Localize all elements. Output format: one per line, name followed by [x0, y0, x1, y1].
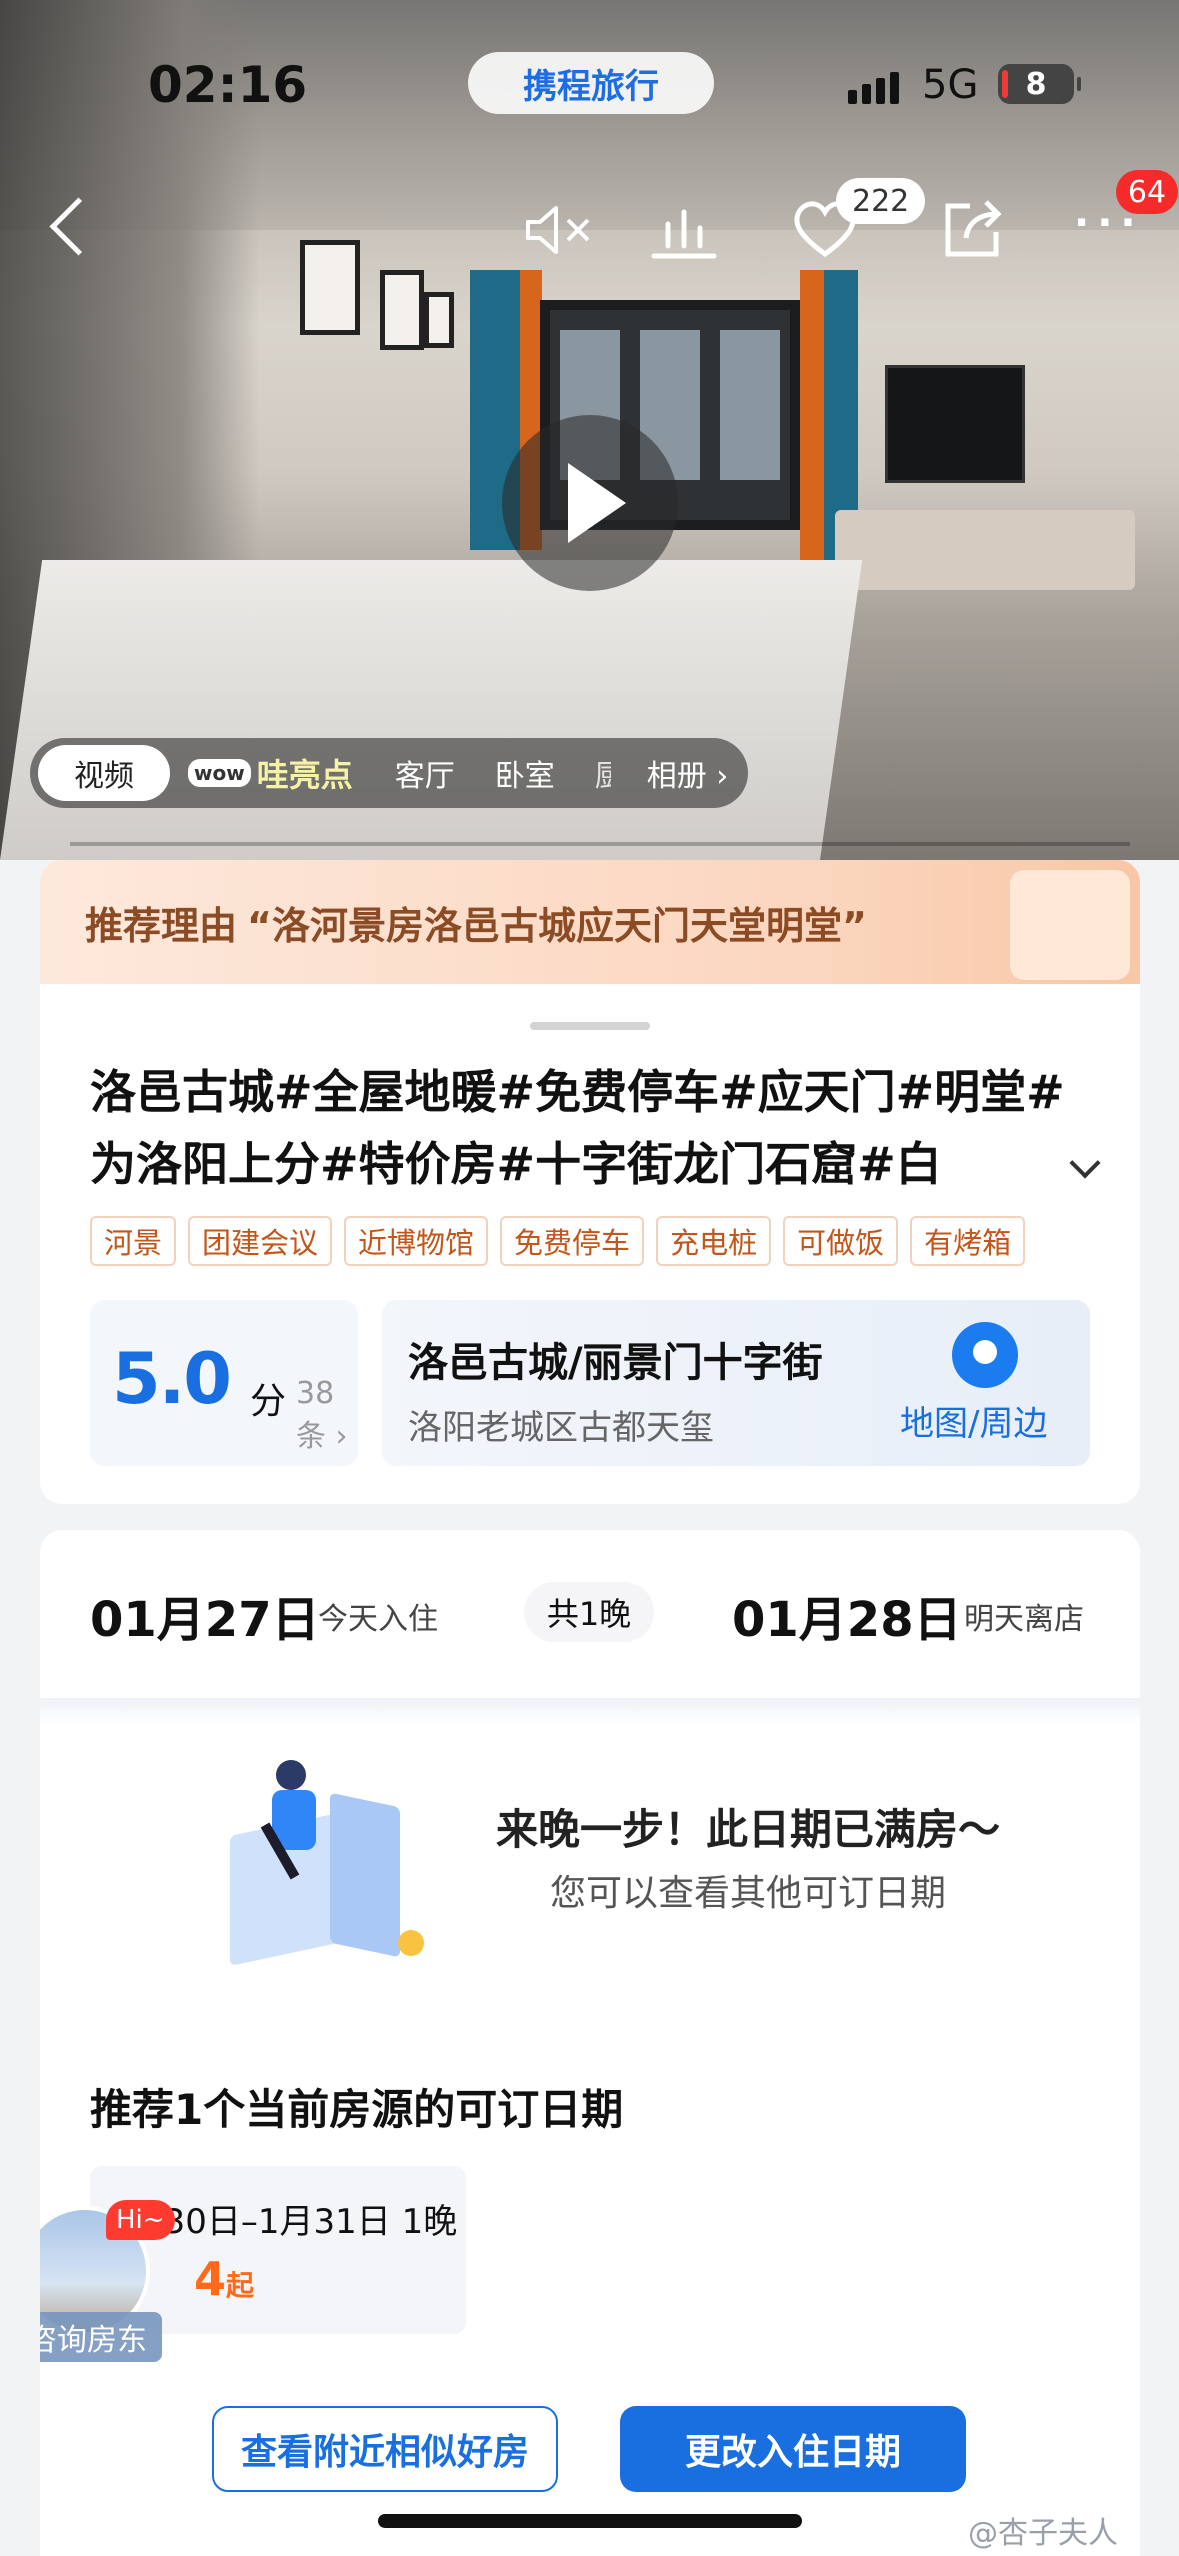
play-video-button[interactable]	[502, 415, 678, 591]
rating-unit: 分	[250, 1381, 287, 1422]
fully-booked-illustration	[210, 1750, 440, 1970]
cup-decoration-icon	[1010, 870, 1130, 980]
wow-icon: wow	[188, 759, 251, 787]
review-count: 38条 ›	[296, 1376, 348, 1454]
checkout-date[interactable]: 01月28日	[732, 1580, 962, 1650]
app-screen: { "status": {"time": "02:16", "network":…	[0, 0, 1179, 2556]
checkin-label: 今天入住	[318, 1602, 438, 1637]
tab-wow-highlights[interactable]: wow 哇亮点	[188, 750, 353, 796]
watermark: @杏子夫人	[968, 2516, 1118, 2551]
wall-painting	[380, 270, 424, 350]
tab-bedroom[interactable]: 卧室	[495, 751, 555, 795]
checkin-date[interactable]: 01月27日	[90, 1580, 320, 1650]
person-head	[276, 1760, 306, 1790]
tab-album[interactable]: 相册 ›	[647, 751, 729, 795]
message-count-badge: 64	[1116, 170, 1178, 214]
contact-host-label: 咨询房东	[40, 2312, 162, 2362]
home-indicator[interactable]	[378, 2514, 802, 2528]
date-selector[interactable]: 01月27日 今天入住 共1晚 01月28日 明天离店	[40, 1530, 1140, 1698]
rating-box[interactable]: 5.0 分 38条 ›	[90, 1300, 358, 1466]
dining-table	[0, 560, 863, 860]
recommend-label: 推荐理由	[85, 903, 238, 948]
status-time: 02:16	[148, 56, 308, 114]
rating-score: 5.0	[112, 1338, 232, 1420]
recommend-dates-title: 推荐1个当前房源的可订日期	[90, 2085, 624, 2134]
facility-tag: 近博物馆	[344, 1216, 489, 1266]
tab-wow-label: 哇亮点	[256, 756, 353, 794]
change-dates-button[interactable]: 更改入住日期	[620, 2406, 966, 2492]
media-tab-bar: 视频 wow 哇亮点 客厅 卧室 厨 相册 ›	[30, 738, 748, 808]
ball-icon	[398, 1930, 424, 1956]
fully-booked-title: 来晚一步！此日期已满房～	[496, 1805, 1001, 1854]
price-suffix: 起	[226, 2269, 255, 2302]
location-box[interactable]: 洛邑古城/丽景门十字街 洛阳老城区古都天玺 地图/周边	[382, 1300, 1090, 1466]
brand-name: 携程旅行	[523, 66, 659, 107]
stats-icon[interactable]	[648, 200, 720, 260]
recommend-reason: 推荐理由 “洛河景房洛邑古城应天门天堂明堂”	[40, 860, 1140, 984]
battery-level: 8	[1025, 66, 1047, 102]
map-pin-icon[interactable]	[952, 1322, 1018, 1388]
network-type: 5G	[922, 62, 979, 108]
back-button[interactable]	[46, 196, 86, 256]
facility-tag: 充电桩	[656, 1216, 772, 1266]
photo-progress	[70, 842, 1130, 846]
facility-tag: 河景	[90, 1216, 177, 1266]
tv-cabinet	[835, 510, 1135, 590]
tab-partial[interactable]: 厨	[595, 751, 611, 795]
expand-title-icon[interactable]	[1070, 1152, 1100, 1182]
divider	[40, 1698, 1140, 1724]
curtain	[800, 270, 824, 570]
wall-painting	[300, 240, 360, 335]
available-price: 4起	[194, 2252, 254, 2306]
facility-tag: 可做饭	[783, 1216, 899, 1266]
tab-video[interactable]: 视频	[38, 745, 170, 801]
facility-tag: 免费停车	[500, 1216, 645, 1266]
price-value: 4	[194, 2252, 227, 2306]
drag-handle[interactable]	[530, 1022, 650, 1030]
facility-tag: 有烤箱	[910, 1216, 1026, 1266]
mute-icon[interactable]	[522, 200, 598, 260]
recommend-quote: “洛河景房洛邑古城应天门天堂明堂”	[247, 903, 867, 948]
signal-icon	[848, 72, 899, 104]
television	[885, 365, 1025, 483]
map-link[interactable]: 地图/周边	[900, 1396, 1047, 1445]
nights-count: 共1晚	[524, 1582, 654, 1642]
location-address: 洛阳老城区古都天玺	[408, 1408, 714, 1448]
box-shape	[330, 1792, 400, 1958]
contact-host-button[interactable]: Hi~ 咨询房东	[40, 2200, 196, 2366]
listing-title: 洛邑古城#全屋地暖#免费停车#应天门#明堂#为洛阳上分#特价房#十字街龙门石窟#…	[90, 1065, 1065, 1191]
wall-painting	[424, 292, 454, 348]
fully-booked-subtitle: 您可以查看其他可订日期	[550, 1873, 947, 1914]
host-hi-bubble: Hi~	[106, 2200, 175, 2240]
battery-icon: 8	[998, 64, 1081, 104]
listing-card: 推荐理由 “洛河景房洛邑古城应天门天堂明堂” 洛邑古城#全屋地暖#免费停车#应天…	[40, 860, 1140, 1504]
room-photo[interactable]	[0, 0, 1179, 860]
checkout-label: 明天离店	[964, 1602, 1084, 1637]
facility-tags: 河景 团建会议 近博物馆 免费停车 充电桩 可做饭 有烤箱	[90, 1216, 1026, 1266]
like-count-badge: 222	[836, 178, 926, 224]
brand-logo: 携程旅行	[468, 52, 714, 114]
share-icon[interactable]	[940, 196, 1006, 262]
location-name: 洛邑古城/丽景门十字街	[408, 1340, 823, 1386]
facility-tag: 团建会议	[188, 1216, 333, 1266]
nearby-listings-button[interactable]: 查看附近相似好房	[212, 2406, 558, 2492]
booking-card: 01月27日 今天入住 共1晚 01月28日 明天离店 来晚一步！此日期已满房～…	[40, 1530, 1140, 2556]
tab-living-room[interactable]: 客厅	[395, 751, 455, 795]
